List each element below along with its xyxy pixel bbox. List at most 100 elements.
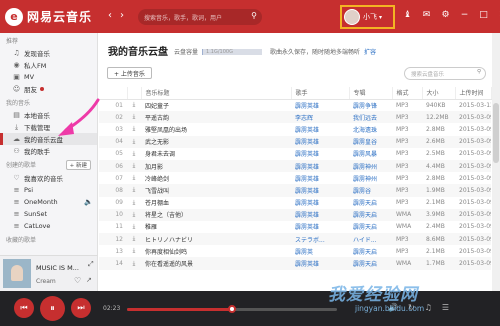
table-row[interactable]: 07 ⤓ 冷峰绝剑 霹雳英雄 霹雳神州 MP3 2.8MB 2015-03-09 [99, 172, 491, 184]
song-artist[interactable]: 霹雳英雄 [291, 184, 349, 197]
upload-music-button[interactable]: + 上传音乐 [107, 67, 152, 79]
song-album[interactable]: 霹雳天启 [349, 245, 392, 257]
table-row[interactable]: 06 ⤓ 加月影 霹雳英雄 霹雳神州 MP3 4.4MB 2015-03-09 [99, 159, 491, 173]
download-icon[interactable]: ⤓ [127, 135, 141, 148]
sidebar-item-artists[interactable]: ⚇ 我的歌手 [0, 145, 97, 157]
now-playing-mini[interactable]: MUSIC IS M... Cream ♡ ↗ ⤢ [0, 255, 98, 291]
song-album[interactable]: 北海遗珠 [349, 123, 392, 135]
minimize-icon[interactable]: − [459, 10, 470, 20]
sidebar-item-cloud[interactable]: ☁ 我的音乐云盘 [0, 133, 97, 145]
sidebar-item-local[interactable]: ▤ 本地音乐 [0, 109, 97, 121]
column-header[interactable]: 大小 [422, 87, 456, 100]
song-album[interactable]: 霹雳风暴 [349, 148, 392, 160]
sidebar-item-playlist-catlove[interactable]: ≡ CatLove [0, 220, 97, 232]
sidebar-item-friends[interactable]: ☺ 朋友 [0, 83, 97, 95]
sidebar-item-discover[interactable]: ♫ 发现音乐 [0, 47, 97, 59]
song-album[interactable]: 霹雳神州 [349, 159, 392, 173]
song-artist[interactable]: 霹雳英雄 [291, 148, 349, 160]
scrollbar[interactable] [492, 33, 500, 291]
sidebar-item-playlist-sunset[interactable]: ≡ SunSet [0, 208, 97, 220]
song-album[interactable]: 霹雳皇谷 [349, 135, 392, 148]
progress-handle[interactable] [228, 305, 236, 313]
download-icon[interactable]: ⤓ [127, 208, 141, 221]
album-cover[interactable] [3, 259, 31, 288]
download-icon[interactable]: ⤓ [127, 257, 141, 270]
mail-icon[interactable]: ✉ [421, 10, 432, 20]
table-row[interactable]: 09 ⤓ 苍月棚血 霹雳英雄 霹雳天启 MP3 2.1MB 2015-03-09 [99, 197, 491, 209]
song-artist[interactable]: 霹雳英雄 [291, 221, 349, 233]
heart-icon[interactable]: ♡ [74, 276, 81, 285]
cloud-search-input[interactable]: 搜索云盘音乐 ⚲ [404, 67, 486, 80]
column-header[interactable]: 格式 [392, 87, 423, 100]
download-icon[interactable]: ⤓ [127, 197, 141, 209]
scrollbar-thumb[interactable] [493, 103, 499, 163]
download-icon[interactable]: ⤓ [127, 123, 141, 135]
search-icon[interactable]: ⚲ [477, 69, 481, 75]
download-icon[interactable]: ⤓ [127, 233, 141, 246]
song-artist[interactable]: 霹雳英 [291, 245, 349, 257]
table-row[interactable]: 03 ⤓ 雅堅凤凰的出场 霹雳英雄 北海遗珠 MP3 2.8MB 2015-03-09 [99, 123, 491, 135]
playlist-icon[interactable]: ☰ [442, 303, 449, 312]
next-button[interactable]: ⏭ [71, 298, 91, 318]
sidebar-item-playlist-onemonth[interactable]: ≡ OneMonth 🔈 [0, 196, 97, 208]
song-album[interactable]: 我们远去 [349, 111, 392, 124]
table-row[interactable]: 11 ⤓ 稚雁 霹雳英雄 霹雳天启 WMA 2.4MB 2015-03-09 [99, 221, 491, 233]
sidebar-item-downloads[interactable]: ⤓ 下载管理 [0, 121, 97, 133]
sidebar-item-liked[interactable]: ♡ 我喜欢的音乐 [0, 172, 97, 184]
download-icon[interactable]: ⤓ [127, 172, 141, 184]
song-artist[interactable]: ステラボ... [291, 233, 349, 246]
new-playlist-button[interactable]: + 新建 [65, 160, 91, 170]
song-artist[interactable]: 霹雳英雄 [291, 208, 349, 221]
song-album[interactable]: 霹雳谷 [349, 184, 392, 197]
column-header[interactable]: 专辑 [349, 87, 393, 100]
song-album[interactable]: 霹雳天启 [349, 208, 392, 221]
column-header[interactable]: 音乐标题 [141, 87, 292, 100]
song-album[interactable]: 霹雳天启 [349, 221, 392, 233]
table-row[interactable]: 01 ⤓ 四妃童子 霹雳英雄 霹雳争锋 MP3 940KB 2015-03-13 [99, 99, 491, 111]
song-artist[interactable]: 霹雳英雄 [291, 123, 349, 135]
song-artist[interactable]: 李志辉 [291, 111, 349, 124]
download-icon[interactable]: ⤓ [127, 245, 141, 257]
shirt-icon[interactable]: ♝ [402, 10, 413, 20]
download-icon[interactable]: ⤓ [127, 159, 141, 173]
search-icon[interactable]: ⚲ [251, 11, 257, 20]
restore-icon[interactable]: □ [478, 10, 489, 20]
table-row[interactable]: 02 ⤓ 平遥古韵 李志辉 我们远去 MP3 12.2MB 2015-03-09 [99, 111, 491, 124]
song-artist[interactable]: 霹雳英雄 [291, 257, 349, 270]
song-artist[interactable]: 霹雳英雄 [291, 172, 349, 184]
previous-button[interactable]: ⏮ [14, 298, 34, 318]
download-icon[interactable]: ⤓ [127, 221, 141, 233]
expand-icon[interactable]: ⤢ [88, 260, 94, 269]
app-logo[interactable]: e 网易云音乐 [5, 7, 92, 26]
column-header[interactable]: 上传时间 [455, 87, 492, 100]
gear-icon[interactable]: ⚙ [440, 10, 451, 20]
sidebar-item-fm[interactable]: ◉ 私人FM [0, 59, 97, 71]
table-row[interactable]: 05 ⤓ 身君未去调 霹雳英雄 霹雳风暴 MP3 2.5MB 2015-03-09 [99, 148, 491, 160]
song-album[interactable]: 霹雳天启 [349, 257, 392, 270]
share-icon[interactable]: ↗ [86, 276, 92, 284]
song-artist[interactable]: 霹雳英雄 [291, 197, 349, 209]
progress-bar[interactable] [127, 305, 337, 313]
download-icon[interactable]: ⤓ [127, 184, 141, 197]
song-album[interactable]: ハイド... [349, 233, 392, 246]
table-row[interactable]: 10 ⤓ 将星之（吉他） 霹雳英雄 霹雳天启 WMA 3.9MB 2015-03-09 [99, 208, 491, 221]
user-menu[interactable]: 小飞 ▾ [340, 5, 395, 29]
download-icon[interactable]: ⤓ [127, 148, 141, 160]
avatar[interactable] [344, 9, 360, 25]
song-artist[interactable]: 霹雳英雄 [291, 159, 349, 173]
forward-icon[interactable]: › [120, 10, 124, 21]
sidebar-item-mv[interactable]: ▣ MV [0, 71, 97, 83]
pause-button[interactable]: ⏸ [40, 296, 65, 321]
table-row[interactable]: 14 ⤓ 你在看遥遥的风景 霹雳英雄 霹雳天启 WMA 1.7MB 2015-03-09 [99, 257, 491, 270]
now-playing-artist[interactable]: Cream [36, 278, 56, 285]
table-row[interactable]: 04 ⤓ 武之无影 霹雳英雄 霹雳皇谷 MP3 2.6MB 2015-03-09 [99, 135, 491, 148]
download-icon[interactable]: ⤓ [127, 111, 141, 124]
sidebar-item-playlist-psi[interactable]: ≡ Psi [0, 184, 97, 196]
global-search-input[interactable]: 搜索音乐，歌手，歌词，用户 ⚲ [138, 9, 262, 25]
column-header[interactable]: 歌手 [291, 87, 350, 100]
song-album[interactable]: 霹雳天启 [349, 197, 392, 209]
download-icon[interactable]: ⤓ [127, 99, 141, 111]
song-artist[interactable]: 霹雳英雄 [291, 135, 349, 148]
song-album[interactable]: 霹雳争锋 [349, 99, 392, 111]
lyrics-icon[interactable]: ♫ [425, 303, 432, 312]
